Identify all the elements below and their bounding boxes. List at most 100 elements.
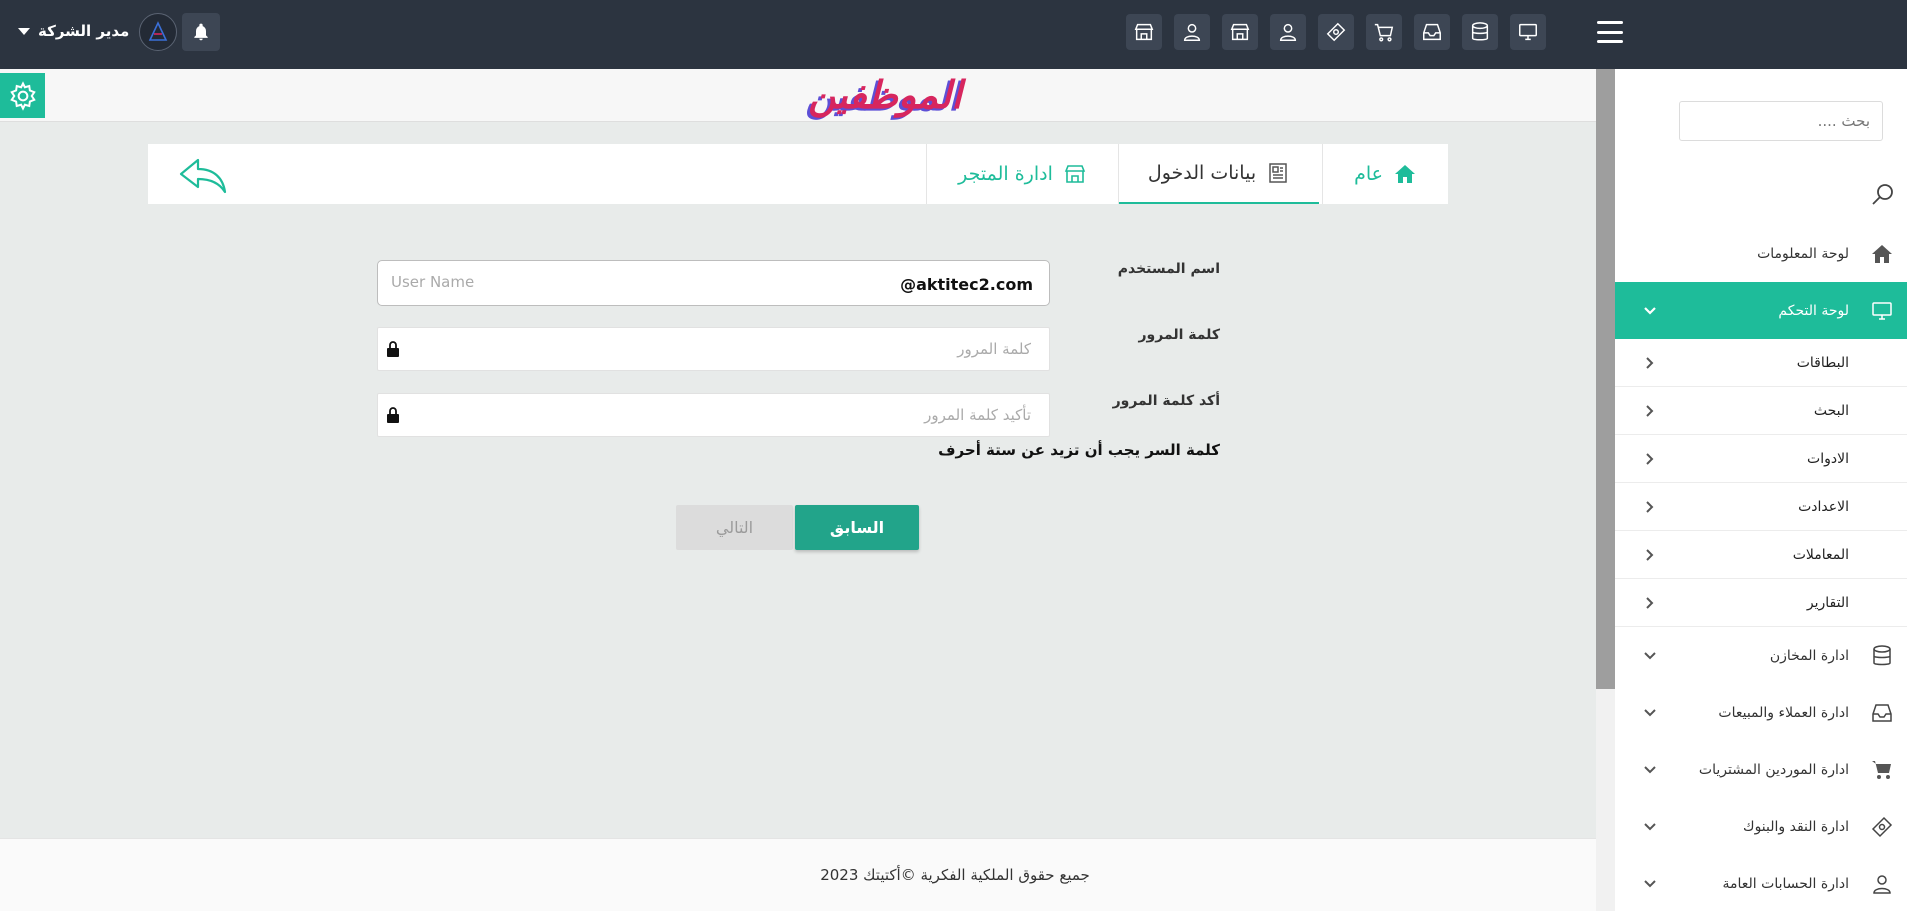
submenu-item-label: الادوات xyxy=(1807,450,1849,467)
tab-login-data[interactable]: بيانات الدخول xyxy=(1119,144,1319,204)
chevron-left-icon xyxy=(1646,404,1654,417)
chevron-left-icon xyxy=(1646,596,1654,609)
user-role-label: مدير الشركة xyxy=(38,22,130,40)
chevron-down-icon xyxy=(1644,765,1656,773)
quick-link-store-2[interactable] xyxy=(1222,14,1258,50)
user-icon xyxy=(1183,23,1201,41)
tab-store-label: ادارة المتجر xyxy=(958,163,1053,185)
sidebar-item-label: لوحة المعلومات xyxy=(1757,245,1849,262)
sidebar-item-label: ادارة العملاء والمبيعات xyxy=(1718,704,1849,721)
scrollbar-thumb[interactable] xyxy=(1596,69,1615,689)
chevron-down-icon xyxy=(1644,879,1656,887)
sidebar-item-general-accounts[interactable]: ادارة الحسابات العامة xyxy=(1615,855,1907,911)
sidebar-search-input[interactable] xyxy=(1679,101,1883,141)
database-icon xyxy=(1869,643,1895,669)
sidebar-item-label: ادارة المخازن xyxy=(1769,647,1849,664)
confirm-password-placeholder: تأكيد كلمة المرور xyxy=(924,406,1031,424)
username-placeholder: User Name xyxy=(391,273,475,291)
submenu-item-search[interactable]: البحث xyxy=(1615,387,1907,435)
store-icon xyxy=(1230,23,1250,41)
notifications-button[interactable] xyxy=(182,13,220,51)
cart-icon xyxy=(1869,757,1895,783)
password-hint: كلمة السر يجب أن تزيد عن ستة أحرف xyxy=(938,441,1220,459)
monitor-icon xyxy=(1519,23,1537,41)
quick-link-database[interactable] xyxy=(1462,14,1498,50)
quick-link-monitor[interactable] xyxy=(1510,14,1546,50)
sidebar: لوحة المعلومات لوحة التحكم البطاقات البح… xyxy=(1615,69,1907,911)
inbox-icon xyxy=(1423,23,1441,41)
home-icon xyxy=(1394,165,1415,183)
monitor-icon xyxy=(1869,298,1895,324)
chevron-left-icon xyxy=(1646,548,1654,561)
back-arrow-icon[interactable] xyxy=(178,156,228,194)
caret-down-icon xyxy=(18,27,30,35)
sidebar-item-label: لوحة التحكم xyxy=(1778,302,1849,319)
chevron-left-icon xyxy=(1646,500,1654,513)
sidebar-item-customers-sales[interactable]: ادارة العملاء والمبيعات xyxy=(1615,684,1907,741)
newspaper-icon xyxy=(1269,163,1287,183)
chevron-down-icon xyxy=(1644,306,1656,315)
sidebar-item-suppliers-purchases[interactable]: ادارة الموردين المشتريات xyxy=(1615,741,1907,798)
inbox-icon xyxy=(1869,700,1895,726)
sidebar-item-control-panel[interactable]: لوحة التحكم xyxy=(1615,282,1907,339)
username-field[interactable]: User Name @aktitec2.com xyxy=(377,260,1050,306)
submenu-item-label: الاعدادت xyxy=(1798,498,1849,515)
copyright-text: جميع حقوق الملكية الفكرية ©أكتيتك 2023 xyxy=(820,866,1090,884)
submenu-item-reports[interactable]: التقارير xyxy=(1615,579,1907,627)
gear-icon xyxy=(9,80,36,111)
previous-button[interactable]: السابق xyxy=(795,505,919,550)
quick-link-inbox[interactable] xyxy=(1414,14,1450,50)
submenu-item-label: البطاقات xyxy=(1796,354,1849,371)
password-placeholder: كلمة المرور xyxy=(957,340,1031,358)
money-icon xyxy=(1869,814,1895,840)
sidebar-item-cash-banks[interactable]: ادارة النقد والبنوك xyxy=(1615,798,1907,855)
settings-button[interactable] xyxy=(0,73,45,118)
sidebar-nav: لوحة المعلومات لوحة التحكم البطاقات البح… xyxy=(1615,225,1907,911)
password-field[interactable]: كلمة المرور xyxy=(377,327,1050,371)
store-icon xyxy=(1064,165,1086,183)
username-domain-suffix: @aktitec2.com xyxy=(900,275,1033,294)
submenu-item-cards[interactable]: البطاقات xyxy=(1615,339,1907,387)
company-logo-icon xyxy=(148,21,168,41)
submenu-item-label: المعاملات xyxy=(1792,546,1849,563)
quick-link-cart[interactable] xyxy=(1366,14,1402,50)
submenu-item-tools[interactable]: الادوات xyxy=(1615,435,1907,483)
submenu-item-label: البحث xyxy=(1813,402,1849,419)
sidebar-item-label: ادارة الموردين المشتريات xyxy=(1698,761,1849,778)
page-title: الموظفين xyxy=(808,72,962,117)
wizard-tabs: عام بيانات الدخول ادارة المتجر xyxy=(148,144,1448,204)
home-icon xyxy=(1869,241,1895,267)
lock-icon xyxy=(387,341,399,357)
quick-link-store[interactable] xyxy=(1126,14,1162,50)
submenu-item-settings[interactable]: الاعدادت xyxy=(1615,483,1907,531)
quick-links xyxy=(1126,14,1546,50)
chevron-left-icon xyxy=(1646,452,1654,465)
tab-login-label: بيانات الدخول xyxy=(1147,162,1257,184)
sidebar-item-warehouses[interactable]: ادارة المخازن xyxy=(1615,627,1907,684)
sidebar-item-dashboard[interactable]: لوحة المعلومات xyxy=(1615,225,1907,282)
top-navbar: مدير الشركة xyxy=(0,0,1907,69)
quick-link-user[interactable] xyxy=(1174,14,1210,50)
submenu-item-label: التقارير xyxy=(1806,594,1849,611)
next-button[interactable]: التالي xyxy=(676,505,793,550)
user-icon xyxy=(1869,871,1895,897)
avatar[interactable] xyxy=(139,13,177,51)
tab-general[interactable]: عام xyxy=(1322,144,1448,204)
store-icon xyxy=(1134,23,1154,41)
search-icon[interactable] xyxy=(1870,182,1896,208)
quick-link-money[interactable] xyxy=(1318,14,1354,50)
chevron-down-icon xyxy=(1644,651,1656,659)
tab-store-management[interactable]: ادارة المتجر xyxy=(926,144,1119,204)
confirm-password-field[interactable]: تأكيد كلمة المرور xyxy=(377,393,1050,437)
chevron-down-icon xyxy=(1644,822,1656,830)
quick-link-user-2[interactable] xyxy=(1270,14,1306,50)
submenu-item-transactions[interactable]: المعاملات xyxy=(1615,531,1907,579)
chevron-down-icon xyxy=(1644,708,1656,716)
chevron-left-icon xyxy=(1646,356,1654,369)
database-icon xyxy=(1471,22,1489,41)
footer: جميع حقوق الملكية الفكرية ©أكتيتك 2023 xyxy=(0,838,1596,911)
lock-icon xyxy=(387,407,399,423)
money-icon xyxy=(1326,22,1346,42)
user-menu[interactable]: مدير الشركة xyxy=(18,18,129,44)
hamburger-menu-button[interactable] xyxy=(1597,21,1623,43)
